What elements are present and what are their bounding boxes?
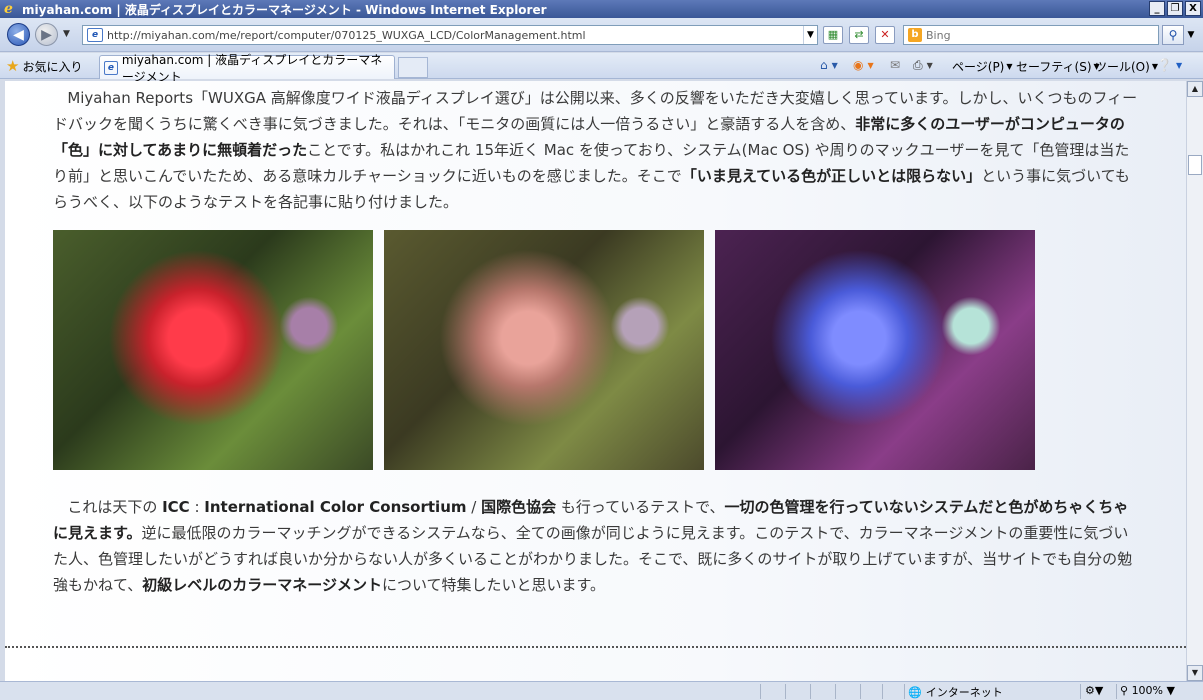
icc-text-a: これは天下の <box>67 498 163 516</box>
status-separator <box>760 684 761 699</box>
scroll-down-arrow-icon[interactable]: ▼ <box>1187 665 1203 681</box>
star-icon: ★ <box>6 57 20 75</box>
zone-label: インターネット <box>925 686 1003 699</box>
compatibility-view-button[interactable]: ▦ <box>823 26 843 44</box>
icc-paragraph: これは天下の ICC : International Color Consort… <box>53 494 1143 598</box>
icc-emphasis-2: 初級レベルのカラーマネージメント <box>142 576 382 594</box>
address-bar[interactable]: e http://miyahan.com/me/report/computer/… <box>82 25 818 45</box>
tab-title: miyahan.com | 液晶ディスプレイとカラーマネージメント <box>121 52 383 84</box>
status-separator <box>785 684 786 699</box>
address-url[interactable]: http://miyahan.com/me/report/computer/07… <box>107 29 803 42</box>
safety-menu[interactable]: セーフティ(S) ▼ <box>1016 58 1100 75</box>
bing-icon: b <box>908 28 922 42</box>
forward-button[interactable]: ▶ <box>35 23 58 46</box>
security-zone[interactable]: 🌐 インターネット <box>908 684 1003 700</box>
page-menu-label: ページ(P) <box>952 60 1005 74</box>
zoom-icon: ⚲ <box>1120 684 1129 697</box>
safety-menu-label: セーフティ(S) <box>1016 60 1092 74</box>
stop-button[interactable]: ✕ <box>875 26 895 44</box>
flower-image-desaturated <box>384 230 704 470</box>
ie-logo-icon: e <box>4 1 13 17</box>
read-mail-button[interactable]: ✉ <box>890 58 902 72</box>
tab-page-icon: e <box>104 60 118 75</box>
home-button[interactable]: ⌂ ▼ <box>820 58 838 72</box>
zoom-level[interactable]: ⚲ 100% ▼ <box>1120 684 1175 697</box>
icc-text-k: について特集したいと思います。 <box>381 576 606 594</box>
icc-text-e: / <box>466 498 482 516</box>
status-separator <box>1080 684 1081 699</box>
icc-japanese-name: 国際色協会 <box>481 498 557 516</box>
address-dropdown-icon[interactable]: ▼ <box>803 26 817 44</box>
tools-menu[interactable]: ツール(O) ▼ <box>1095 58 1158 75</box>
help-button[interactable]: ❔ ▼ <box>1157 58 1182 72</box>
icc-abbrev: ICC <box>162 498 190 516</box>
protected-mode-icon[interactable]: ⚙▼ <box>1085 684 1103 697</box>
scroll-up-arrow-icon[interactable]: ▲ <box>1187 81 1203 97</box>
minimize-button[interactable]: _ <box>1149 1 1165 16</box>
search-options-dropdown-icon[interactable]: ▼ <box>1184 25 1198 45</box>
status-separator <box>810 684 811 699</box>
new-tab-button[interactable] <box>398 57 428 78</box>
icc-text-g: も行っているテストで、 <box>556 498 725 516</box>
status-separator <box>882 684 883 699</box>
print-button[interactable]: ⎙ ▼ <box>913 58 933 73</box>
help-icon: ❔ <box>1157 58 1172 72</box>
color-test-images <box>53 230 1035 470</box>
status-bar: 🌐 インターネット ⚙▼ ⚲ 100% ▼ <box>0 681 1203 700</box>
status-separator <box>904 684 905 699</box>
page-menu[interactable]: ページ(P) ▼ <box>952 58 1013 75</box>
section-divider <box>5 646 1186 648</box>
scroll-thumb[interactable] <box>1188 155 1202 175</box>
favorites-command-bar: ★ お気に入り e miyahan.com | 液晶ディスプレイとカラーマネージ… <box>0 53 1203 84</box>
globe-icon: 🌐 <box>908 685 922 699</box>
navigation-bar: ◀ ▶ ▼ e http://miyahan.com/me/report/com… <box>0 18 1203 52</box>
search-box[interactable]: b <box>903 25 1159 45</box>
restore-button[interactable]: ❐ <box>1167 1 1183 16</box>
status-separator <box>860 684 861 699</box>
tab-current[interactable]: e miyahan.com | 液晶ディスプレイとカラーマネージメント <box>99 53 395 84</box>
refresh-button[interactable]: ⇄ <box>849 26 869 44</box>
window-title: miyahan.com | 液晶ディスプレイとカラーマネージメント - Wind… <box>22 2 547 17</box>
search-button[interactable]: ⚲ <box>1162 25 1184 45</box>
back-button[interactable]: ◀ <box>7 23 30 46</box>
recent-pages-dropdown-icon[interactable]: ▼ <box>63 29 70 39</box>
window-controls: _ ❐ X <box>1149 1 1201 16</box>
page-content: Miyahan Reports「WUXGA 高解像度ワイド液晶ディスプレイ選び」… <box>5 81 1186 681</box>
zoom-label: 100% <box>1131 684 1164 697</box>
close-button[interactable]: X <box>1185 1 1201 16</box>
rss-feed-icon: ◉ <box>853 58 864 72</box>
search-input[interactable] <box>926 28 1158 42</box>
status-separator <box>835 684 836 699</box>
tools-menu-label: ツール(O) <box>1095 60 1150 74</box>
mail-icon: ✉ <box>890 58 901 72</box>
icc-text-c: : <box>189 498 205 516</box>
flower-image-srgb <box>53 230 373 470</box>
feeds-button[interactable]: ◉ ▼ <box>853 58 874 72</box>
page-icon: e <box>87 28 103 42</box>
intro-paragraph: Miyahan Reports「WUXGA 高解像度ワイド液晶ディスプレイ選び」… <box>53 85 1143 215</box>
flower-image-wrong-profile <box>715 230 1035 470</box>
favorites-button[interactable]: ★ お気に入り <box>6 57 82 75</box>
favorites-label: お気に入り <box>22 59 83 74</box>
home-icon: ⌂ <box>820 58 828 72</box>
icc-full-name: International Color Consortium <box>204 498 467 516</box>
title-bar: e miyahan.com | 液晶ディスプレイとカラーマネージメント - Wi… <box>0 0 1203 18</box>
printer-icon: ⎙ <box>913 58 923 72</box>
status-separator <box>1116 684 1117 699</box>
intro-emphasis-2: 「いま見えている色が正しいとは限らない」 <box>681 167 982 185</box>
vertical-scrollbar[interactable]: ▲ ▼ <box>1186 81 1203 681</box>
